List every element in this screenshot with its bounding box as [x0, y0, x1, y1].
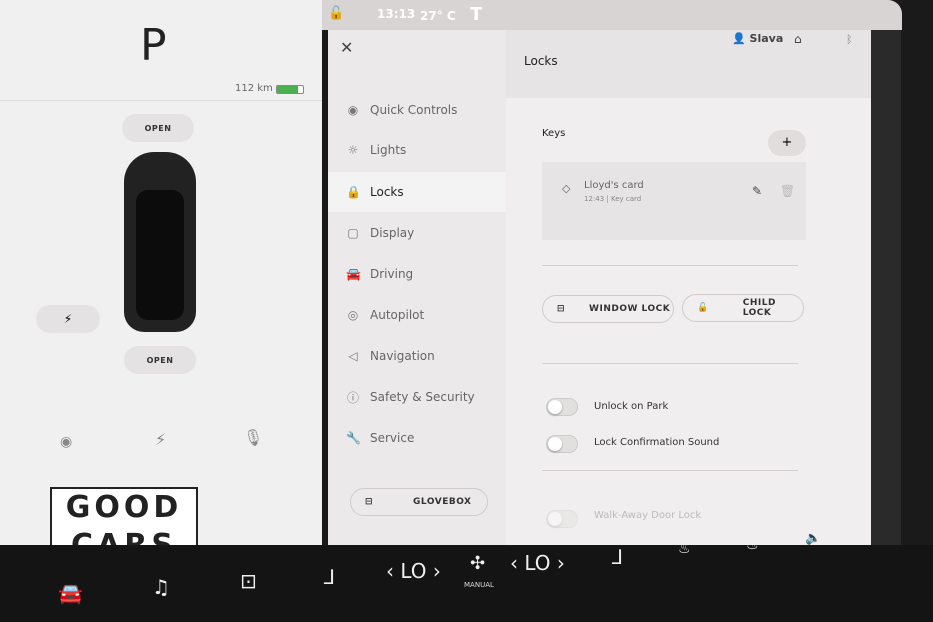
- menu-label: Navigation: [370, 349, 435, 363]
- wrench-icon: 🔧: [346, 431, 361, 445]
- unlock-on-park-label: Unlock on Park: [594, 401, 669, 412]
- music-icon[interactable]: ♫: [152, 575, 170, 599]
- child-lock-button[interactable]: 🔓 CHILD LOCK: [682, 294, 804, 322]
- rear-defrost-icon[interactable]: ♨: [678, 541, 691, 557]
- bottom-bar: 🚘 ♫ ⊡ ⅃ ‹ LO › ✣ MANUAL ‹ LO › ⅃ ♨ ♨ ‹ 🔈…: [0, 531, 933, 622]
- car-icon: 🚘: [346, 267, 361, 281]
- seat-heater-icon[interactable]: ⅃: [612, 545, 623, 569]
- home-icon[interactable]: ⌂: [794, 32, 802, 46]
- key-card-item[interactable]: ◇ Lloyd's card 12:43 | Key card ✎ 🗑: [542, 162, 806, 240]
- keys-heading: Keys: [542, 128, 566, 139]
- car-panel: P 112 km OPEN ⚡ OPEN ◉ ⚡ 🎙 GOODCARS: [0, 0, 322, 567]
- navigation-icon: ◁: [348, 349, 358, 363]
- menu-label: Quick Controls: [370, 103, 458, 117]
- user-name: Slava: [749, 32, 784, 45]
- window-lock-button[interactable]: ⊟ WINDOW LOCK: [542, 295, 674, 323]
- glovebox-button[interactable]: ⊟ GLOVEBOX: [350, 488, 488, 516]
- menu-label: Locks: [370, 185, 404, 199]
- unlock-icon: 🔓: [697, 303, 709, 313]
- temp-right-control[interactable]: ‹ LO ›: [510, 551, 565, 575]
- menu-item-locks[interactable]: 🔒 Locks: [328, 172, 506, 212]
- status-bar: 🔓 13:13 27° C T: [322, 0, 902, 30]
- close-icon[interactable]: ✕: [340, 38, 353, 57]
- car-icon[interactable]: 🚘: [58, 581, 83, 605]
- steering-wheel-icon: ◎: [347, 308, 359, 322]
- edit-pencil-icon[interactable]: ✎: [752, 184, 762, 198]
- gear-indicator: P: [140, 20, 167, 71]
- battery-icon: [276, 85, 304, 94]
- glovebox-icon: ⊟: [365, 497, 374, 507]
- unlock-icon[interactable]: 🔓: [328, 6, 344, 21]
- charge-port-button[interactable]: ⚡: [36, 305, 100, 333]
- clock: 13:13: [377, 7, 416, 21]
- tesla-logo-icon[interactable]: T: [470, 4, 482, 25]
- fan-icon[interactable]: ✣: [470, 553, 485, 574]
- user-profile[interactable]: 👤 Slava: [732, 32, 783, 45]
- microphone-icon[interactable]: 🎙: [243, 428, 263, 447]
- locks-panel: 👤 Slava ⌂ ᛒ Locks Keys + ◇ Lloyd's card …: [506, 30, 871, 545]
- glovebox-label: GLOVEBOX: [413, 497, 472, 507]
- menu-label: Safety & Security: [370, 390, 475, 404]
- menu-label: Display: [370, 226, 415, 240]
- menu-label: Lights: [370, 143, 407, 157]
- menu-item-safety-security[interactable]: ⓘ Safety & Security: [328, 377, 506, 417]
- alert-icon: ⓘ: [346, 390, 359, 405]
- menu-label: Autopilot: [370, 308, 425, 322]
- key-detail: 12:43 | Key card: [584, 195, 642, 203]
- fan-mode-label: MANUAL: [464, 581, 494, 589]
- add-key-button[interactable]: +: [768, 130, 806, 156]
- apps-icon[interactable]: ⊡: [240, 569, 257, 593]
- menu-item-quick-controls[interactable]: ◉ Quick Controls: [328, 90, 506, 130]
- settings-menu: ✕ ◉ Quick Controls ☼ Lights 🔒 Locks ▢ Displa…: [328, 30, 506, 545]
- menu-item-navigation[interactable]: ◁ Navigation: [328, 336, 506, 376]
- menu-item-driving[interactable]: 🚘 Driving: [328, 254, 506, 294]
- camera-icon[interactable]: ◉: [60, 434, 72, 450]
- eye-icon: ◉: [347, 103, 359, 117]
- temp-right-value: LO: [524, 551, 551, 575]
- menu-item-autopilot[interactable]: ◎ Autopilot: [328, 295, 506, 335]
- menu-item-lights[interactable]: ☼ Lights: [328, 130, 506, 170]
- lock-icon: 🔒: [346, 185, 361, 199]
- key-card-icon: ◇: [562, 182, 571, 195]
- seat-icon[interactable]: ⅃: [324, 565, 335, 589]
- window-lock-label: WINDOW LOCK: [589, 304, 671, 314]
- temperature: 27° C: [420, 9, 456, 23]
- bluetooth-icon[interactable]: ᛒ: [846, 33, 853, 46]
- temp-left-control[interactable]: ‹ LO ›: [386, 559, 441, 583]
- lightning-icon[interactable]: ⚡: [155, 430, 166, 449]
- menu-item-display[interactable]: ▢ Display: [328, 213, 506, 253]
- child-lock-label: CHILD LOCK: [742, 298, 776, 318]
- page-title: Locks: [524, 54, 558, 68]
- range-label: 112 km: [235, 83, 273, 94]
- menu-label: Driving: [370, 267, 414, 281]
- lock-confirmation-sound-label: Lock Confirmation Sound: [594, 437, 720, 448]
- display-icon: ▢: [347, 226, 359, 240]
- walk-away-door-lock-toggle[interactable]: [546, 510, 578, 528]
- front-defrost-icon[interactable]: ♨: [746, 537, 759, 553]
- window-icon: ⊟: [557, 304, 566, 314]
- unlock-on-park-toggle[interactable]: [546, 398, 578, 416]
- open-frunk-button[interactable]: OPEN: [122, 114, 194, 142]
- trash-icon[interactable]: 🗑: [780, 184, 795, 198]
- menu-label: Service: [370, 431, 415, 445]
- key-name: Lloyd's card: [584, 180, 644, 191]
- menu-item-service[interactable]: 🔧 Service: [328, 418, 506, 458]
- open-trunk-button[interactable]: OPEN: [124, 346, 196, 374]
- temp-left-value: LO: [400, 559, 427, 583]
- lock-confirmation-sound-toggle[interactable]: [546, 435, 578, 453]
- light-icon: ☼: [347, 143, 359, 157]
- walk-away-door-lock-label: Walk-Away Door Lock: [594, 510, 702, 521]
- volume-icon[interactable]: ‹ 🔈 ›: [796, 531, 831, 546]
